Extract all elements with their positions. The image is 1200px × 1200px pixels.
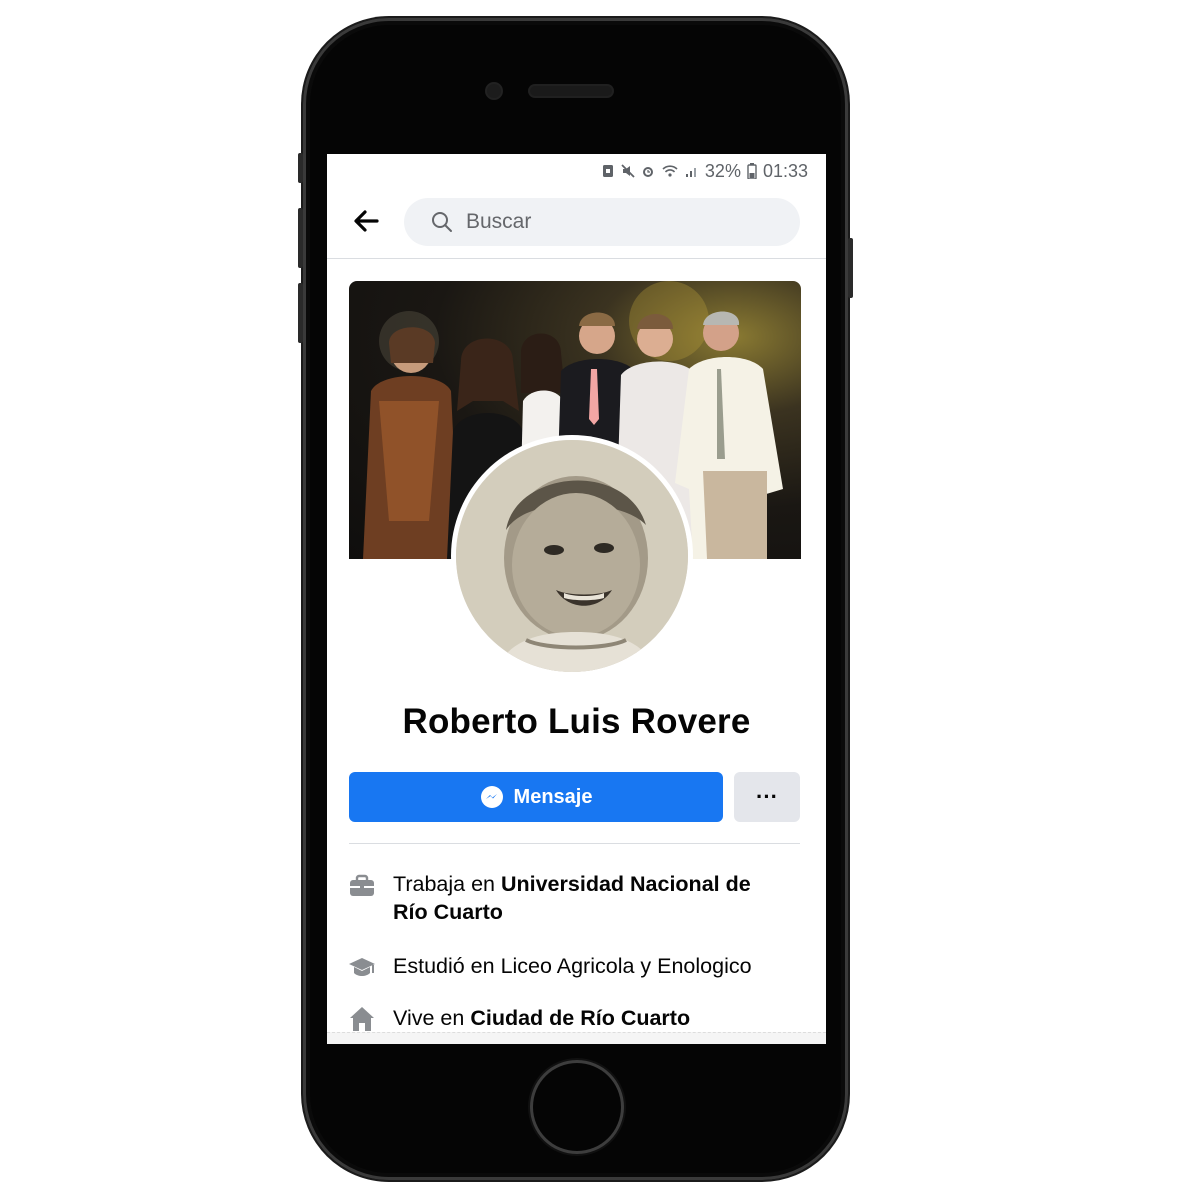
education-text: Estudió en Liceo Agricola y Enologico [393,954,752,978]
profile-name: Roberto Luis Rovere [402,702,751,741]
back-button[interactable] [349,204,383,238]
search-bar[interactable] [404,198,800,246]
phone-screen: 32% 01:33 Buscar Roberto Luis Rovere Men… [327,154,826,1044]
volume-button [298,153,303,183]
battery-icon [747,163,757,179]
signal-icon [685,168,696,177]
top-bar [327,192,826,259]
more-icon: ··· [756,784,778,809]
search-icon [432,212,452,232]
alarm-icon [642,167,653,177]
save-icon [602,165,613,177]
avatar [456,440,688,672]
profile-picture[interactable] [451,435,693,677]
education-info: Estudió en Liceo Agricola y Enologico [347,952,807,982]
power-button [848,238,853,298]
message-button-label: Mensaje [513,785,593,808]
more-options-button[interactable]: ··· [734,772,800,822]
status-time: 01:33 [762,160,808,181]
divider [349,843,800,844]
arrow-left-icon [354,210,379,232]
mute-icon [621,164,635,178]
location-info: Vive en Ciudad de Río Cuarto [347,1004,807,1034]
volume-down-button [298,283,303,343]
location-text: Vive en Ciudad de Río Cuarto [393,1006,691,1030]
message-button[interactable]: Mensaje [349,772,723,822]
wifi-icon [662,165,678,177]
search-input[interactable] [464,209,768,235]
speaker-grill [530,86,612,96]
camera-icon [487,84,501,98]
screen-bottom-edge [327,1032,826,1044]
work-place-link-cont[interactable]: Río Cuarto [393,900,503,924]
graduation-cap-icon [349,958,375,976]
home-button[interactable] [533,1063,621,1151]
home-icon [350,1007,374,1031]
volume-up-button [298,208,303,268]
battery-percent: 32% [704,160,741,181]
work-text: Trabaja en Universidad Nacional de Río Cu… [393,872,751,924]
status-bar: 32% 01:33 [327,154,826,188]
work-place-link[interactable]: Universidad Nacional de [501,872,751,896]
location-link[interactable]: Ciudad de Río Cuarto [470,1006,690,1030]
messenger-icon [480,786,503,808]
work-info: Trabaja en Universidad Nacional de Río Cu… [347,870,807,926]
briefcase-icon [350,874,374,896]
